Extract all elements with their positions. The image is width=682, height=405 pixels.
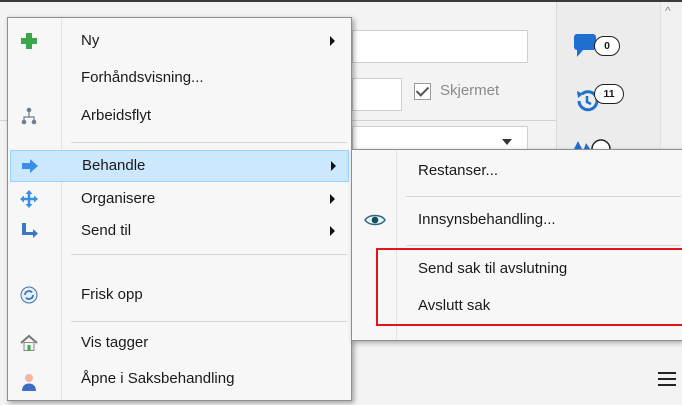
menu-separator bbox=[71, 254, 347, 255]
background-text-field-1[interactable] bbox=[352, 30, 528, 63]
submenu-arrow-icon bbox=[330, 194, 335, 204]
comment-count-badge: 0 bbox=[594, 36, 620, 56]
menu-item-label: Forhåndsvisning... bbox=[81, 69, 204, 86]
person-icon bbox=[22, 374, 36, 391]
menu-separator bbox=[71, 321, 347, 322]
partial-panel-icon bbox=[574, 139, 611, 149]
green-plus-icon bbox=[21, 33, 37, 49]
submenu-item-innsynsbehandling[interactable]: Innsynsbehandling... bbox=[354, 203, 681, 237]
dropdown-arrow-icon bbox=[502, 139, 512, 145]
house-tag-icon bbox=[20, 334, 38, 351]
menu-item-label: Ny bbox=[81, 32, 100, 49]
menu-item-send-til[interactable]: Send til bbox=[10, 215, 349, 247]
hamburger-menu-icon[interactable] bbox=[658, 372, 676, 390]
menu-item-organisere[interactable]: Organisere bbox=[10, 183, 349, 215]
submenu-item-label: Restanser... bbox=[418, 162, 499, 179]
menu-separator bbox=[406, 245, 681, 246]
submenu-item-label: Innsynsbehandling... bbox=[418, 211, 556, 228]
workflow-icon bbox=[21, 107, 37, 125]
menu-separator bbox=[71, 142, 347, 143]
menu-separator bbox=[406, 196, 681, 197]
menu-item-label: Vis tagger bbox=[81, 334, 149, 351]
menu-item-label: Behandle bbox=[82, 157, 146, 174]
menu-item-ny[interactable]: Ny bbox=[10, 25, 349, 57]
skjermet-label: Skjermet bbox=[440, 82, 500, 99]
menu-item-label: Åpne i Saksbehandling bbox=[81, 370, 235, 387]
menu-item-frisk-opp[interactable]: Frisk opp bbox=[10, 279, 349, 311]
submenu-item-restanser[interactable]: Restanser... bbox=[354, 154, 681, 188]
menu-item-arbeidsflyt[interactable]: Arbeidsflyt bbox=[10, 100, 349, 132]
menu-item-behandle[interactable]: Behandle bbox=[10, 150, 349, 182]
history-count-badge: 11 bbox=[594, 84, 624, 104]
menu-item-label: Organisere bbox=[81, 190, 156, 207]
refresh-icon bbox=[20, 286, 38, 304]
move-arrows-icon bbox=[20, 190, 38, 208]
blue-arrow-icon bbox=[22, 159, 38, 173]
menu-item-apne-i-saksbehandling[interactable]: Åpne i Saksbehandling bbox=[10, 366, 349, 398]
menu-item-label: Send til bbox=[81, 222, 132, 239]
submenu-arrow-icon bbox=[331, 161, 336, 171]
eye-icon bbox=[364, 214, 386, 226]
send-to-icon bbox=[22, 223, 38, 238]
submenu-arrow-icon bbox=[330, 226, 335, 236]
scroll-up-icon[interactable]: ^ bbox=[665, 4, 671, 18]
menu-item-vis-tagger[interactable]: Vis tagger bbox=[10, 327, 349, 359]
menu-item-forhandsvisning[interactable]: Forhåndsvisning... bbox=[10, 62, 349, 94]
background-text-field-2[interactable] bbox=[352, 78, 402, 111]
submenu-arrow-icon bbox=[330, 36, 335, 46]
context-menu: Ny Forhåndsvisning... Arbeidsflyt Behand… bbox=[7, 17, 352, 401]
menu-item-label: Arbeidsflyt bbox=[81, 107, 152, 124]
menu-item-label: Frisk opp bbox=[81, 286, 143, 303]
skjermet-checkbox[interactable] bbox=[414, 83, 431, 100]
highlight-annotation-box bbox=[376, 248, 682, 326]
